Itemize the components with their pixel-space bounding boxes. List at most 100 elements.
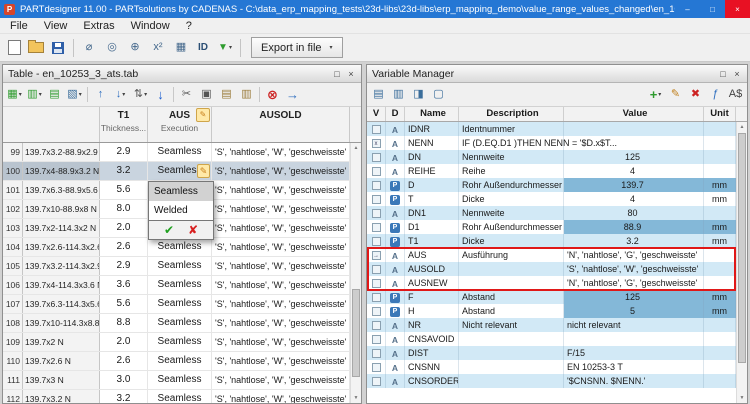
variable-row[interactable]: A CNSAVOID (367, 332, 736, 346)
cell-t1[interactable]: 2.9 (100, 143, 148, 161)
column-header-description[interactable]: Description (459, 107, 564, 121)
variable-row[interactable]: P D Rohr Außendurchmesser 139.7 mm (367, 178, 736, 192)
add-variable-button[interactable]: + ▾ (646, 85, 665, 104)
variable-name[interactable]: NENN (405, 136, 459, 150)
variable-row[interactable]: P H Abstand 5 mm (367, 304, 736, 318)
variable-name[interactable]: AUSNEW (405, 276, 459, 290)
menu-help[interactable]: ? (178, 19, 200, 33)
vm-vertical-scrollbar[interactable]: ▲ ▼ (736, 122, 747, 403)
dropdown-option-seamless[interactable]: Seamless (149, 182, 213, 201)
measure-button[interactable]: ⌀ (78, 37, 100, 59)
edit-column-pencil-icon[interactable]: ✎ (196, 108, 210, 122)
table-row[interactable]: 99 139.7x3.2-88.9x2.9 N 2.9 Seamless 'S', 'n… (3, 143, 350, 162)
table-row[interactable]: 109 139.7x2 N 2.0 Seamless 'S', 'nahtlose', … (3, 333, 350, 352)
cell-aus[interactable]: Seamless (148, 276, 212, 294)
row-header[interactable]: 109 139.7x2 N (3, 333, 100, 351)
cell-t1[interactable]: 2.9 (100, 257, 148, 275)
sort-column-button[interactable]: ↓ (151, 85, 170, 104)
scroll-up-icon[interactable]: ▲ (737, 122, 747, 132)
table-row[interactable]: 108139.7x10-114.3x8.8 N8.8 Seamless 'S', '… (3, 314, 350, 333)
paste-special-button[interactable]: ▥ (237, 85, 256, 104)
grid-button[interactable]: ▦ (170, 37, 192, 59)
variable-value[interactable]: 'S', 'nahtlose', 'W', 'geschweisste' (564, 262, 704, 276)
add-column-button[interactable]: ▥ ▾ (25, 85, 44, 104)
variable-row[interactable]: A CNSNN EN 10253-3 T (367, 360, 736, 374)
cell-aus[interactable]: Seamless (148, 333, 212, 351)
variable-row[interactable]: A DN1 Nennweite 80 (367, 206, 736, 220)
variable-value[interactable]: 80 (564, 206, 704, 220)
variable-row[interactable]: A IDNR Identnummer (367, 122, 736, 136)
table-row[interactable]: 105139.7x3.2-114.3x2.9 N2.9 Seamless 'S', … (3, 257, 350, 276)
row-header[interactable]: 101 139.7x6.3-88.9x5.6 N (3, 181, 100, 199)
variable-name[interactable]: DIST (405, 346, 459, 360)
table-row[interactable]: 107139.7x6.3-114.3x5.6 N5.6 Seamless 'S', … (3, 295, 350, 314)
export-in-file-button[interactable]: Export in file ▾ (251, 37, 343, 58)
close-button[interactable]: × (725, 0, 750, 18)
variable-row[interactable]: A NR Nicht relevant nicht relevant (367, 318, 736, 332)
cell-ausold[interactable]: 'S', 'nahtlose', 'W', 'geschweisste' (212, 257, 350, 275)
variable-value[interactable]: '$CNSNN. $NENN.' (564, 374, 704, 388)
value-range-button[interactable]: ◨ (409, 85, 428, 104)
variable-name[interactable]: D1 (405, 220, 459, 234)
cell-t1[interactable]: 3.6 (100, 276, 148, 294)
copy-button[interactable]: ▣ (197, 85, 216, 104)
cancel-button[interactable]: ✘ (188, 223, 198, 237)
variable-name[interactable]: REIHE (405, 164, 459, 178)
table-row[interactable]: 100 139.7x4-88.9x3.2 N 3.2 Seamless ✎ 'S', 'n… (3, 162, 350, 181)
variable-button[interactable]: x² (147, 37, 169, 59)
variable-value[interactable]: F/15 (564, 346, 704, 360)
column-header-ausold[interactable]: AUSOLD (212, 107, 350, 142)
column-header-t1[interactable]: T1 Thickness... (100, 107, 148, 142)
cell-ausold[interactable]: 'S', 'nahtlose', 'W', 'geschweisste' (212, 371, 350, 389)
row-header[interactable]: 104139.7x2.6-114.3x2.6 N (3, 238, 100, 256)
cell-t1[interactable]: 3.2 (100, 390, 148, 403)
cell-aus[interactable]: Seamless (148, 352, 212, 370)
column-header-v[interactable]: V (367, 107, 386, 121)
variable-name[interactable]: AUS (405, 248, 459, 262)
variable-value[interactable]: 125 (564, 150, 704, 164)
variable-row[interactable]: P T Dicke 4 mm (367, 192, 736, 206)
column-header-value[interactable]: Value (564, 107, 704, 121)
cell-ausold[interactable]: 'S', 'nahtlose', 'W', 'geschweisste' (212, 219, 350, 237)
delete-rows-button[interactable]: ⊗ (263, 85, 282, 104)
table-row[interactable]: 104139.7x2.6-114.3x2.6 N2.6 Seamless 'S', … (3, 238, 350, 257)
row-header[interactable]: 100 139.7x4-88.9x3.2 N (3, 162, 100, 180)
variable-row[interactable]: P F Abstand 125 mm (367, 290, 736, 304)
variable-value[interactable] (564, 332, 704, 346)
variable-name[interactable]: CNSAVOID (405, 332, 459, 346)
variable-name[interactable]: H (405, 304, 459, 318)
menu-file[interactable]: File (2, 19, 36, 33)
scroll-up-icon[interactable]: ▲ (351, 143, 361, 153)
variable-value[interactable]: 'N', 'nahtlose', 'G', 'geschweisste' (564, 248, 704, 262)
variable-document-button[interactable]: ▢ (429, 85, 448, 104)
zoom-button[interactable]: ◎ (101, 37, 123, 59)
id-button[interactable]: ID (192, 37, 214, 59)
row-header[interactable]: 103 139.7x2-114.3x2 N (3, 219, 100, 237)
variable-row[interactable]: A REIHE Reihe 4 (367, 164, 736, 178)
cell-t1[interactable]: 5.6 (100, 181, 148, 199)
panel-maximize-button[interactable]: □ (716, 69, 730, 79)
scroll-down-icon[interactable]: ▼ (737, 393, 747, 403)
variable-row[interactable]: A CNSORDER '$CNSNN. $NENN.' (367, 374, 736, 388)
table-vertical-scrollbar[interactable]: ▲ ▼ (350, 143, 361, 403)
cut-button[interactable]: ✂ (177, 85, 196, 104)
menu-view[interactable]: View (36, 19, 76, 33)
cell-t1[interactable]: 5.6 (100, 295, 148, 313)
panel-close-button[interactable]: × (344, 69, 358, 79)
cell-aus[interactable]: Seamless (148, 143, 212, 161)
variable-value[interactable] (564, 122, 704, 136)
cell-t1[interactable]: 3.0 (100, 371, 148, 389)
cell-aus[interactable]: Seamless (148, 390, 212, 403)
row-header[interactable]: 110 139.7x2.6 N (3, 352, 100, 370)
cell-aus[interactable]: Seamless (148, 295, 212, 313)
save-button[interactable] (47, 37, 69, 59)
cell-ausold[interactable]: 'S', 'nahtlose', 'W', 'geschweisste' (212, 181, 350, 199)
cell-ausold[interactable]: 'S', 'nahtlose', 'W', 'geschweisste' (212, 143, 350, 161)
delete-variable-button[interactable]: ✖ (686, 85, 705, 104)
row-header[interactable]: 99 139.7x3.2-88.9x2.9 N (3, 143, 100, 161)
cell-t1[interactable]: 2.0 (100, 219, 148, 237)
cell-ausold[interactable]: 'S', 'nahtlose', 'W', 'geschweisste' (212, 314, 350, 332)
panel-close-button[interactable]: × (730, 69, 744, 79)
edit-table-button[interactable]: ▤ (45, 85, 64, 104)
variable-value[interactable]: 5 (564, 304, 704, 318)
